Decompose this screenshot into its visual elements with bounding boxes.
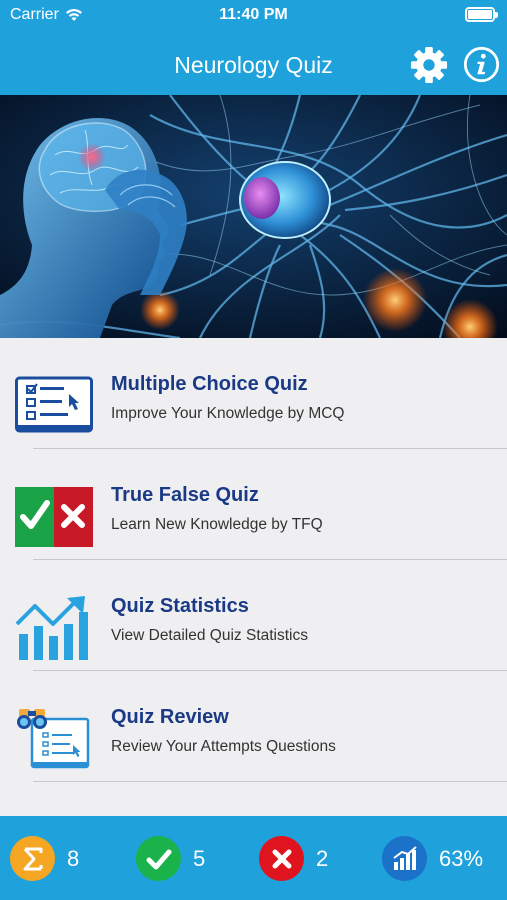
review-icon bbox=[17, 709, 90, 769]
menu-item-title: Quiz Statistics bbox=[111, 595, 249, 617]
menu-item-statistics[interactable]: Quiz Statistics View Detailed Quiz Stati… bbox=[0, 560, 507, 671]
stat-total-value: 8 bbox=[67, 845, 80, 871]
menu-list: Multiple Choice Quiz Improve Your Knowle… bbox=[0, 338, 507, 782]
bar-chart-icon bbox=[382, 836, 427, 881]
menu-item-title: Multiple Choice Quiz bbox=[111, 373, 308, 395]
stat-wrong-value: 2 bbox=[316, 845, 329, 871]
menu-item-review[interactable]: Quiz Review Review Your Attempts Questio… bbox=[0, 671, 507, 782]
true-false-icon bbox=[15, 487, 93, 547]
nav-bar: Neurology Quiz bbox=[0, 30, 507, 95]
check-icon bbox=[136, 836, 181, 881]
stat-total: 8 bbox=[10, 836, 79, 881]
status-time: 11:40 PM bbox=[219, 6, 288, 23]
chart-icon bbox=[15, 596, 88, 660]
hero-image bbox=[0, 95, 507, 338]
gear-icon[interactable] bbox=[410, 46, 448, 84]
sigma-icon bbox=[10, 836, 55, 881]
info-icon[interactable] bbox=[463, 46, 500, 83]
menu-item-subtitle: Improve Your Knowledge by MCQ bbox=[111, 405, 345, 422]
stat-percent: 63% bbox=[382, 836, 483, 881]
menu-item-true-false[interactable]: True False Quiz Learn New Knowledge by T… bbox=[0, 449, 507, 560]
battery-icon bbox=[465, 7, 498, 22]
menu-item-multiple-choice[interactable]: Multiple Choice Quiz Improve Your Knowle… bbox=[0, 338, 507, 449]
stat-percent-value: 63% bbox=[439, 845, 484, 871]
menu-item-title: True False Quiz bbox=[111, 484, 259, 506]
row-divider bbox=[33, 781, 507, 782]
cross-icon bbox=[259, 836, 304, 881]
menu-item-subtitle: Learn New Knowledge by TFQ bbox=[111, 516, 323, 533]
status-bar: Carrier 11:40 PM bbox=[0, 0, 507, 30]
stat-correct: 5 bbox=[136, 836, 205, 881]
stat-wrong: 2 bbox=[259, 836, 328, 881]
menu-item-subtitle: View Detailed Quiz Statistics bbox=[111, 627, 308, 644]
stats-bar: 8 5 2 63% bbox=[0, 816, 507, 900]
menu-item-title: Quiz Review bbox=[111, 706, 229, 728]
menu-item-subtitle: Review Your Attempts Questions bbox=[111, 738, 336, 755]
stat-correct-value: 5 bbox=[193, 845, 206, 871]
checklist-icon bbox=[15, 376, 93, 433]
top-bar: Carrier 11:40 PM Neurology Quiz bbox=[0, 0, 507, 95]
